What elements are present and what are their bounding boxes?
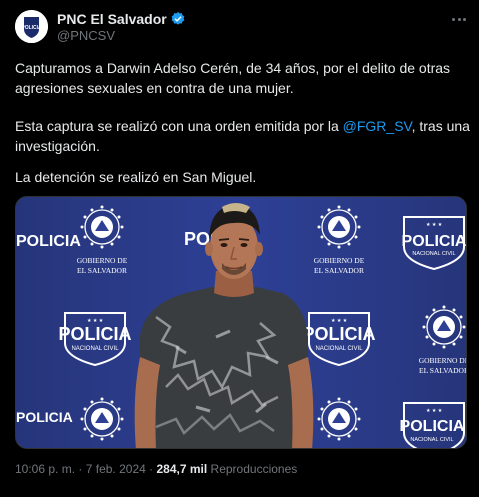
backdrop-el-salvador-3: EL SALVADOR xyxy=(419,366,467,375)
backdrop-policia-1: POLICIA xyxy=(402,233,467,250)
tweet-card[interactable]: POLICIA PNC El Salvador @PNCSV Capturamo… xyxy=(0,0,479,497)
tweet-footer: 10:06 p. m. · 7 feb. 2024 · 284,7 mil Re… xyxy=(15,462,297,476)
avatar[interactable]: POLICIA xyxy=(15,10,48,43)
display-name[interactable]: PNC El Salvador xyxy=(57,11,167,27)
tweet-photo[interactable]: ★ ★ ★ GOBIERNO DE EL SALVADOR GOBIERNO D… xyxy=(15,196,467,449)
backdrop-nacional-civil-1: NACIONAL CIVIL xyxy=(412,251,455,257)
mention-link[interactable]: @FGR_SV xyxy=(343,118,412,134)
views-count: 284,7 mil xyxy=(156,462,208,476)
backdrop-el-salvador-2: EL SALVADOR xyxy=(314,266,364,275)
tweet-date[interactable]: 7 feb. 2024 xyxy=(86,462,146,476)
more-options-icon[interactable] xyxy=(452,12,470,26)
tweet-paragraph-1: Capturamos a Darwin Adelso Cerén, de 34 … xyxy=(15,60,451,96)
backdrop-gobierno-3: GOBIERNO DE xyxy=(419,356,467,365)
backdrop-nacional-civil-2: NACIONAL CIVIL xyxy=(71,346,119,352)
backdrop-nacional-civil-3: NACIONAL CIVIL xyxy=(315,346,363,352)
author-name-row[interactable]: PNC El Salvador xyxy=(57,11,186,27)
views-label: Reproducciones xyxy=(210,462,298,476)
footer-separator-1: · xyxy=(78,462,83,476)
backdrop-policia-7: POLICIA xyxy=(16,409,73,425)
avatar-text: POLICIA xyxy=(21,25,42,31)
tweet-paragraph-2: Esta captura se realizó con una orden em… xyxy=(15,116,470,156)
backdrop-nacional-civil-4: NACIONAL CIVIL xyxy=(410,437,453,443)
paragraph-2-before: Esta captura se realizó con una orden em… xyxy=(15,118,343,134)
backdrop-policia-2: POLICIA xyxy=(58,324,131,344)
handle[interactable]: @PNCSV xyxy=(57,28,115,43)
backdrop-policia-4: POLICIA xyxy=(400,418,465,435)
backdrop-policia-3: POLICIA xyxy=(302,324,375,344)
backdrop-el-salvador-1: EL SALVADOR xyxy=(77,266,127,275)
backdrop-gobierno-1: GOBIERNO DE xyxy=(77,256,128,265)
verified-badge-icon[interactable] xyxy=(170,11,186,27)
tweet-paragraph-3: La detención se realizó en San Miguel. xyxy=(15,169,257,185)
backdrop-policia-5: POLICIA xyxy=(16,233,81,250)
tweet-time[interactable]: 10:06 p. m. xyxy=(15,462,75,476)
police-badge-icon: POLICIA xyxy=(15,10,48,43)
backdrop-gobierno-2: GOBIERNO DE xyxy=(314,256,365,265)
footer-separator-2: · xyxy=(149,462,154,476)
